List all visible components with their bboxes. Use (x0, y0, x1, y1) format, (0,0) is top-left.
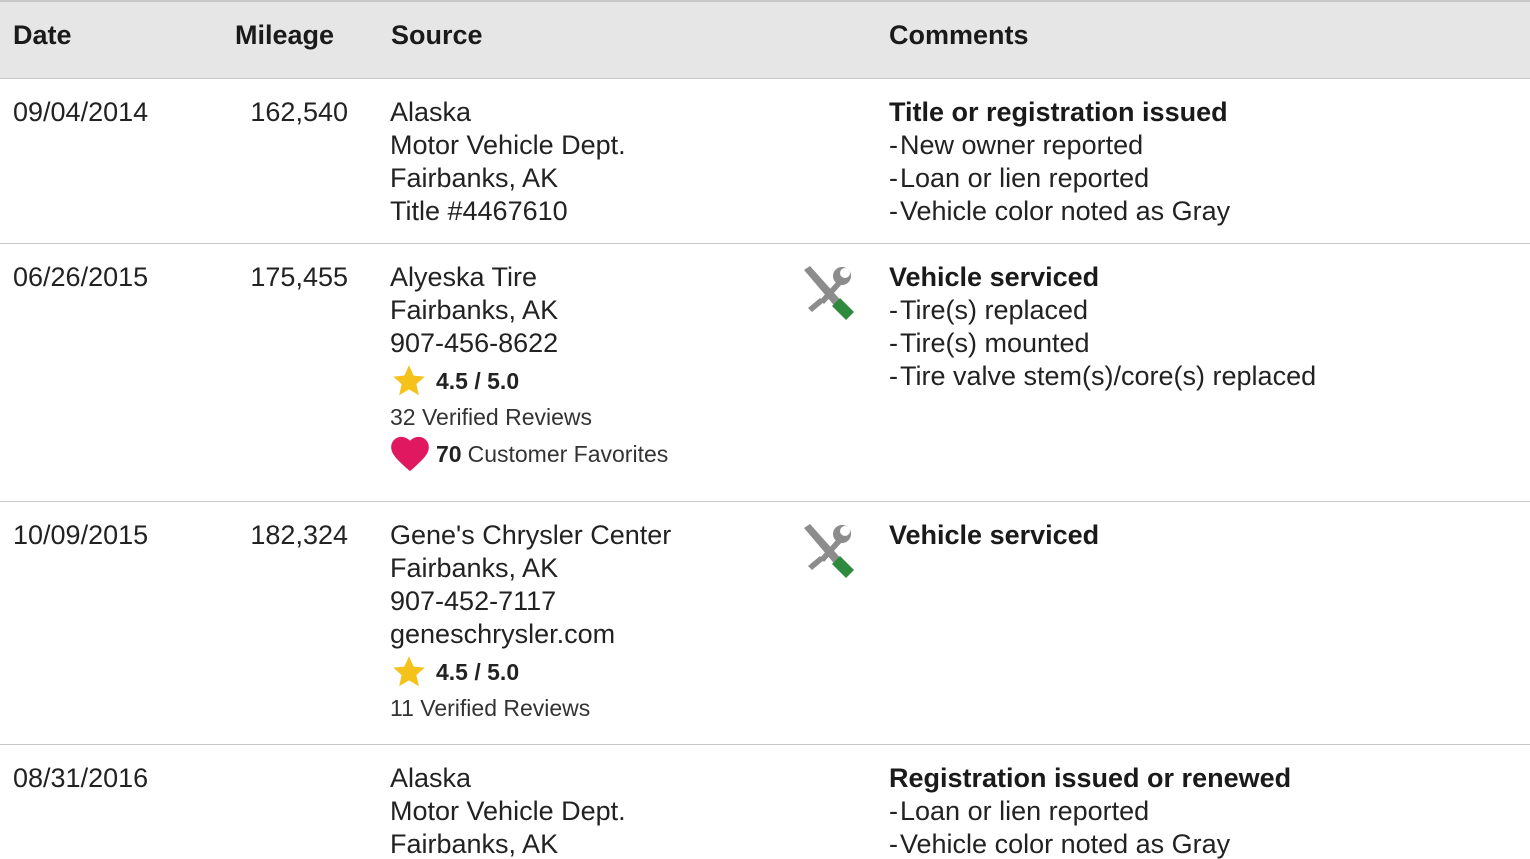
source-location: Fairbanks, AK (390, 295, 559, 325)
source-location: Fairbanks, AK (390, 829, 559, 859)
row-date: 06/26/2015 (13, 262, 149, 292)
table-row: 09/04/2014 162,540 Alaska Motor Vehicle … (0, 79, 1530, 244)
source-name: Alaska (390, 97, 472, 127)
header-mileage: Mileage (235, 20, 335, 50)
comment-item: Loan or lien reported (889, 795, 1291, 828)
row-source: Alaska Motor Vehicle Dept. Fairbanks, AK… (390, 96, 626, 228)
comment-item: Vehicle color noted as Gray (889, 195, 1230, 228)
header-comments: Comments (889, 20, 1029, 50)
star-icon (393, 656, 425, 687)
comment-title: Registration issued or renewed (889, 763, 1292, 793)
verified-reviews-link[interactable]: 32 Verified Reviews (390, 400, 668, 434)
favorites-label: Customer Favorites (467, 440, 669, 467)
row-source: Alyeska Tire Fairbanks, AK 907-456-8622 … (390, 261, 668, 474)
source-phone[interactable]: 907-456-8622 (390, 327, 668, 360)
table-row: 06/26/2015 175,455 Alyeska Tire Fairbank… (0, 244, 1530, 502)
source-website-link[interactable]: geneschrysler.com (390, 618, 671, 651)
row-date: 08/31/2016 (13, 763, 149, 793)
rating-score: 4.5 / 5.0 (436, 367, 520, 394)
source-name[interactable]: Alyeska Tire (390, 261, 668, 294)
row-source: Gene's Chrysler Center Fairbanks, AK 907… (390, 519, 671, 725)
source-name: Alaska (390, 763, 472, 793)
comment-title: Vehicle serviced (889, 520, 1100, 550)
comment-item: Loan or lien reported (889, 162, 1230, 195)
row-comments: Vehicle serviced (889, 519, 1099, 552)
comment-title: Vehicle serviced (889, 262, 1100, 292)
customer-favorites: 70 Customer Favorites (390, 434, 668, 474)
rating-score: 4.5 / 5.0 (436, 658, 520, 685)
heart-icon (391, 436, 429, 472)
source-phone[interactable]: 907-452-7117 (390, 585, 671, 618)
favorites-count: 70 (436, 440, 462, 467)
table-row: 10/09/2015 182,324 Gene's Chrysler Cente… (0, 502, 1530, 745)
star-icon (393, 365, 425, 396)
comment-item: Tire valve stem(s)/core(s) replaced (889, 360, 1316, 393)
row-source: Alaska Motor Vehicle Dept. Fairbanks, AK (390, 762, 626, 859)
row-comments: Registration issued or renewed Loan or l… (889, 762, 1291, 859)
comment-item: Tire(s) mounted (889, 327, 1316, 360)
rating[interactable]: 4.5 / 5.0 (390, 362, 668, 400)
verified-reviews-link[interactable]: 11 Verified Reviews (390, 691, 671, 725)
header-date: Date (13, 20, 72, 50)
source-location: Fairbanks, AK (390, 163, 559, 193)
service-tools-icon (800, 264, 854, 328)
source-line: Motor Vehicle Dept. (390, 130, 626, 160)
row-mileage: 182,324 (250, 520, 348, 550)
rating[interactable]: 4.5 / 5.0 (390, 653, 671, 691)
row-date: 10/09/2015 (13, 520, 149, 550)
row-date: 09/04/2014 (13, 97, 149, 127)
table-row: 08/31/2016 Alaska Motor Vehicle Dept. Fa… (0, 745, 1530, 859)
comment-item: Vehicle color noted as Gray (889, 828, 1291, 859)
comment-item: New owner reported (889, 129, 1230, 162)
row-comments: Title or registration issued New owner r… (889, 96, 1230, 228)
row-comments: Vehicle serviced Tire(s) replaced Tire(s… (889, 261, 1316, 393)
row-mileage: 162,540 (250, 97, 348, 127)
source-title-number: Title #4467610 (390, 196, 568, 226)
row-mileage: 175,455 (250, 262, 348, 292)
source-line: Motor Vehicle Dept. (390, 796, 626, 826)
table-header: Date Mileage Source Comments (0, 0, 1530, 79)
comment-item: Tire(s) replaced (889, 294, 1316, 327)
source-location: Fairbanks, AK (390, 553, 559, 583)
service-tools-icon (800, 522, 854, 586)
header-source: Source (391, 20, 483, 50)
source-name[interactable]: Gene's Chrysler Center (390, 519, 671, 552)
comment-title: Title or registration issued (889, 97, 1228, 127)
